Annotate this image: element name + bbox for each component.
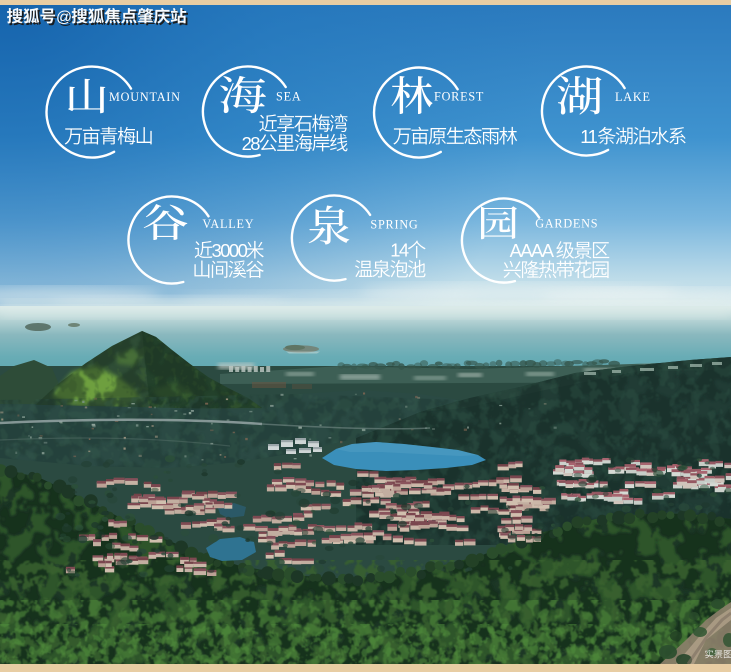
svg-text:3000: 3000 [212,240,248,261]
svg-text:MOUNTAIN: MOUNTAIN [109,90,181,104]
svg-text:11: 11 [580,126,597,147]
svg-text:LAKE: LAKE [615,90,651,104]
svg-text:AAAA: AAAA [510,240,555,261]
svg-text:14: 14 [390,240,409,261]
svg-text:GARDENS: GARDENS [535,217,598,231]
svg-text:@: @ [56,9,72,26]
svg-text:28: 28 [242,133,261,154]
svg-text:FOREST: FOREST [434,90,484,104]
svg-text:SPRING: SPRING [370,218,418,232]
svg-text:VALLEY: VALLEY [202,217,254,231]
svg-text:SEA: SEA [276,89,301,103]
